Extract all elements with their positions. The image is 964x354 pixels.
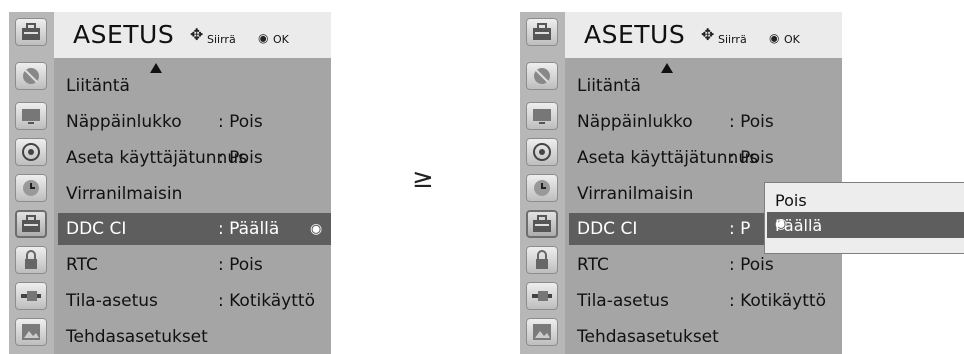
menu-item-label: Virranilmaisin: [577, 184, 694, 204]
connector-icon[interactable]: [15, 282, 47, 310]
toolbox-icon[interactable]: [526, 210, 558, 238]
menu-item-aseta-kayttajatunnus[interactable]: Aseta käyttäjätunnus : Pois: [54, 142, 331, 174]
satellite-dish-icon[interactable]: [15, 62, 47, 90]
menu-item-rtc[interactable]: RTC : Pois: [54, 249, 331, 281]
menu-item-virranilmaisin[interactable]: Virranilmaisin: [54, 178, 331, 210]
photo-icon[interactable]: [526, 318, 558, 346]
menu-item-nappainlukko[interactable]: Näppäinlukko : Pois: [54, 106, 331, 138]
ok-button-icon: ◉: [258, 31, 269, 45]
selected-radio-icon: ◉: [310, 221, 323, 237]
tv-screen-icon[interactable]: [526, 102, 558, 130]
menu-item-value: : Kotikäyttö: [729, 291, 826, 311]
menu-title: ASETUS: [584, 20, 686, 49]
menu-item-label: Näppäinlukko: [66, 112, 182, 132]
move-arrows-icon: ✥: [190, 25, 204, 44]
speaker-icon[interactable]: [15, 138, 47, 166]
menu-item-liitanta[interactable]: Liitäntä: [54, 70, 331, 102]
menu-item-label: Tila-asetus: [66, 291, 158, 311]
menu-item-label: Tehdasasetukset: [66, 327, 208, 347]
move-hint-label: Siirrä: [207, 33, 236, 46]
menu-item-label: Tila-asetus: [577, 291, 669, 311]
menu-item-label: Liitäntä: [577, 76, 641, 96]
menu-item-value: : Pois: [218, 112, 263, 132]
lock-icon[interactable]: [15, 246, 47, 274]
menu-item-ddc-ci[interactable]: DDC CI : Päällä ◉: [58, 213, 331, 245]
dropdown-option-paalla[interactable]: Päällä ◉: [767, 212, 964, 238]
toolbox-icon[interactable]: [15, 18, 47, 46]
menu-item-value: : Pois: [729, 255, 774, 275]
menu-item-label: Tehdasasetukset: [577, 327, 719, 347]
menu-item-label: Näppäinlukko: [577, 112, 693, 132]
dropdown-option-pois[interactable]: Pois: [765, 187, 964, 213]
menu-header: ASETUS ✥ Siirrä ◉ OK: [54, 12, 331, 58]
menu-item-label: DDC CI: [66, 219, 127, 239]
selected-radio-icon: ◉: [775, 216, 788, 232]
move-arrows-icon: ✥: [701, 25, 715, 44]
ddc-ci-dropdown: Pois Päällä ◉: [764, 182, 964, 254]
menu-item-label: Virranilmaisin: [66, 184, 183, 204]
menu-item-tehdasasetukset[interactable]: Tehdasasetukset: [565, 321, 842, 353]
ok-hint-label: OK: [784, 33, 800, 46]
menu-item-label: DDC CI: [577, 219, 638, 239]
tv-screen-icon[interactable]: [15, 102, 47, 130]
icon-strip: [9, 12, 54, 354]
menu-panel-before: ASETUS ✥ Siirrä ◉ OK Liitäntä Näppäinluk…: [9, 12, 331, 354]
toolbox-icon[interactable]: [15, 210, 47, 238]
ok-button-icon: ◉: [769, 31, 780, 45]
connector-icon[interactable]: [526, 282, 558, 310]
icon-strip: [520, 12, 565, 354]
menu-item-value: : Pois: [218, 255, 263, 275]
menu-item-value: : Pois: [729, 148, 774, 168]
menu-panel-after: ASETUS ✥ Siirrä ◉ OK Liitäntä Näppäinluk…: [520, 12, 964, 354]
menu-title: ASETUS: [73, 20, 175, 49]
menu-item-label: RTC: [66, 255, 98, 275]
menu-item-value: : Kotikäyttö: [218, 291, 315, 311]
menu-item-liitanta[interactable]: Liitäntä: [565, 70, 842, 102]
move-hint-label: Siirrä: [718, 33, 747, 46]
menu-item-value: : Päällä: [218, 219, 280, 239]
ok-hint-label: OK: [273, 33, 289, 46]
menu-item-value: : P: [729, 219, 751, 239]
menu-item-tila-asetus[interactable]: Tila-asetus : Kotikäyttö: [54, 285, 331, 317]
menu-item-value: : Pois: [729, 112, 774, 132]
dropdown-option-label: Pois: [775, 191, 807, 210]
clock-icon[interactable]: [15, 174, 47, 202]
menu-header: ASETUS ✥ Siirrä ◉ OK: [565, 12, 842, 58]
menu-item-label: RTC: [577, 255, 609, 275]
transition-arrow-icon: ≥: [412, 164, 434, 194]
menu-item-aseta-kayttajatunnus[interactable]: Aseta käyttäjätunnus : Pois: [565, 142, 842, 174]
photo-icon[interactable]: [15, 318, 47, 346]
lock-icon[interactable]: [526, 246, 558, 274]
menu-item-tila-asetus[interactable]: Tila-asetus : Kotikäyttö: [565, 285, 842, 317]
menu-item-label: Liitäntä: [66, 76, 130, 96]
menu-item-value: : Pois: [218, 148, 263, 168]
clock-icon[interactable]: [526, 174, 558, 202]
menu-item-nappainlukko[interactable]: Näppäinlukko : Pois: [565, 106, 842, 138]
menu-item-tehdasasetukset[interactable]: Tehdasasetukset: [54, 321, 331, 353]
speaker-icon[interactable]: [526, 138, 558, 166]
satellite-dish-icon[interactable]: [526, 62, 558, 90]
toolbox-icon[interactable]: [526, 18, 558, 46]
